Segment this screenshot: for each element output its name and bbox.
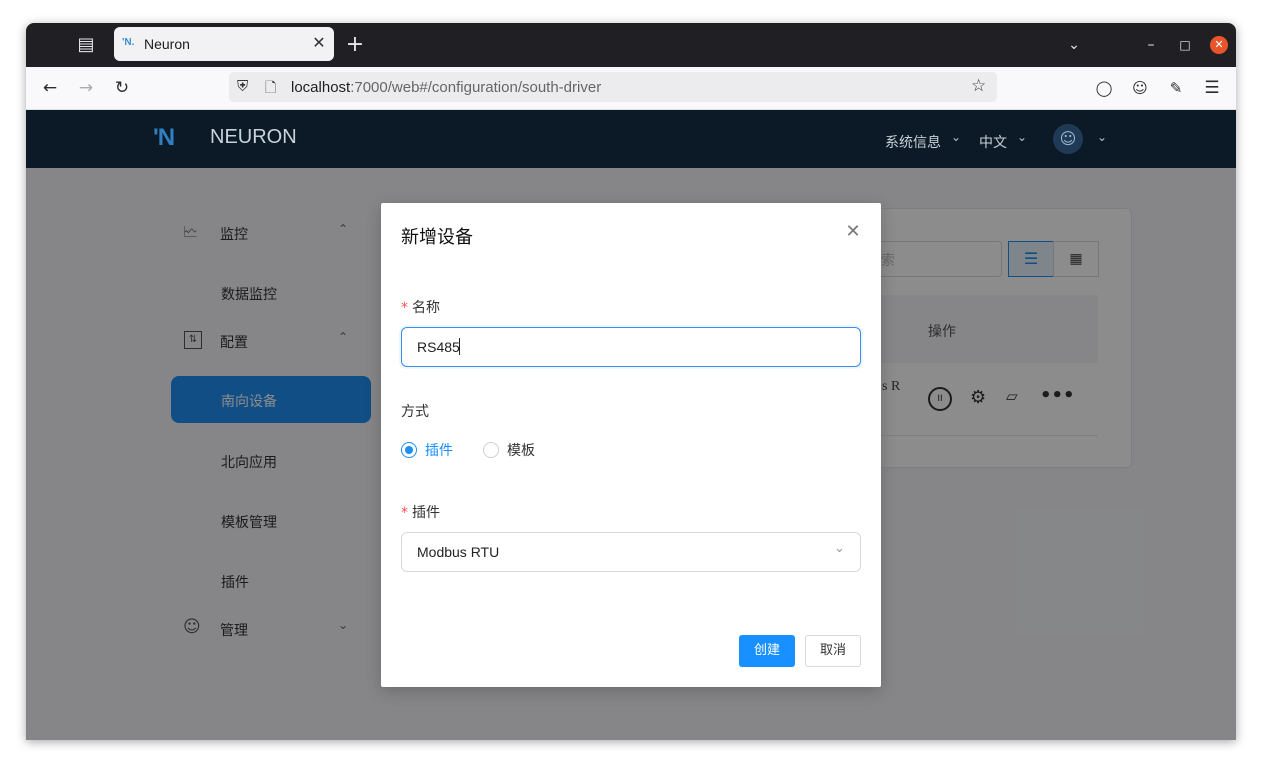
tab-title: Neuron (144, 36, 190, 52)
create-button[interactable]: 创建 (739, 635, 795, 667)
pocket-icon[interactable]: ◯ (1091, 75, 1117, 101)
shield-icon[interactable]: ⛨ (237, 77, 248, 95)
minimize-icon[interactable]: – (1139, 33, 1163, 57)
plugin-label: * 插件 (401, 505, 440, 521)
logo-text: NEURON (210, 126, 297, 148)
close-icon[interactable]: ✕ (841, 221, 865, 245)
browser-window: ▤ 'N. Neuron ✕ + ⌄ – □ ✕ ← → ↻ ⛨ 🗋 local… (26, 23, 1236, 740)
new-tab-icon[interactable]: + (343, 33, 367, 57)
address-bar[interactable]: ⛨ 🗋 localhost:7000/web#/configuration/so… (229, 72, 997, 102)
name-field-value: RS485 (417, 339, 460, 355)
text-cursor (459, 338, 460, 355)
reload-icon[interactable]: ↻ (109, 75, 135, 101)
extensions-icon[interactable]: ✎ (1163, 75, 1189, 101)
chevron-down-icon[interactable]: ⌄ (1097, 130, 1107, 144)
back-icon[interactable]: ← (37, 75, 63, 101)
method-label: 方式 (401, 404, 429, 420)
chevron-down-icon[interactable]: ⌄ (834, 541, 845, 556)
tab-bar: ▤ 'N. Neuron ✕ + ⌄ – □ ✕ (26, 23, 1236, 67)
name-field[interactable]: RS485 (401, 327, 861, 367)
radio-plugin[interactable] (401, 442, 417, 458)
maximize-icon[interactable]: □ (1173, 33, 1197, 57)
name-label: * 名称 (401, 300, 440, 316)
tab-overview-icon[interactable]: ▤ (74, 33, 98, 57)
url-text[interactable]: localhost:7000/web#/configuration/south-… (291, 79, 601, 96)
chevron-down-icon[interactable]: ⌄ (1017, 130, 1027, 144)
radio-template-label[interactable]: 模板 (507, 440, 535, 460)
close-tab-icon[interactable]: ✕ (310, 33, 328, 53)
browser-tab[interactable]: 'N. Neuron ✕ (114, 27, 334, 61)
radio-template[interactable] (483, 442, 499, 458)
account-icon[interactable]: ☺ (1127, 75, 1153, 101)
add-device-modal: 新增设备 ✕ * 名称 RS485 方式 插件 模板 * 插件 Modbus RTU… (381, 203, 881, 687)
neuron-favicon-icon: 'N. (122, 37, 135, 48)
page-info-icon[interactable]: 🗋 (265, 77, 276, 101)
forward-icon[interactable]: → (73, 75, 99, 101)
user-avatar-icon[interactable]: ☺ (1053, 124, 1083, 154)
system-info-menu[interactable]: 系统信息 (885, 132, 941, 152)
tab-list-chevron-icon[interactable]: ⌄ (1062, 33, 1086, 57)
plugin-select-value: Modbus RTU (417, 544, 500, 560)
menu-icon[interactable]: ☰ (1199, 75, 1225, 101)
chevron-down-icon[interactable]: ⌄ (951, 130, 961, 144)
bookmark-star-icon[interactable]: ☆ (971, 76, 986, 96)
radio-plugin-label[interactable]: 插件 (425, 440, 453, 460)
close-window-icon[interactable]: ✕ (1210, 36, 1228, 54)
app-header: 'N NEURON 系统信息 ⌄ 中文 ⌄ ☺ ⌄ (26, 110, 1236, 168)
plugin-select[interactable]: Modbus RTU ⌄ (401, 532, 861, 572)
language-menu[interactable]: 中文 (979, 132, 1007, 152)
navigation-bar: ← → ↻ ⛨ 🗋 localhost:7000/web#/configurat… (26, 67, 1236, 110)
cancel-button[interactable]: 取消 (805, 635, 861, 667)
neuron-logo-icon: 'N (153, 124, 175, 151)
modal-title: 新增设备 (401, 227, 473, 248)
